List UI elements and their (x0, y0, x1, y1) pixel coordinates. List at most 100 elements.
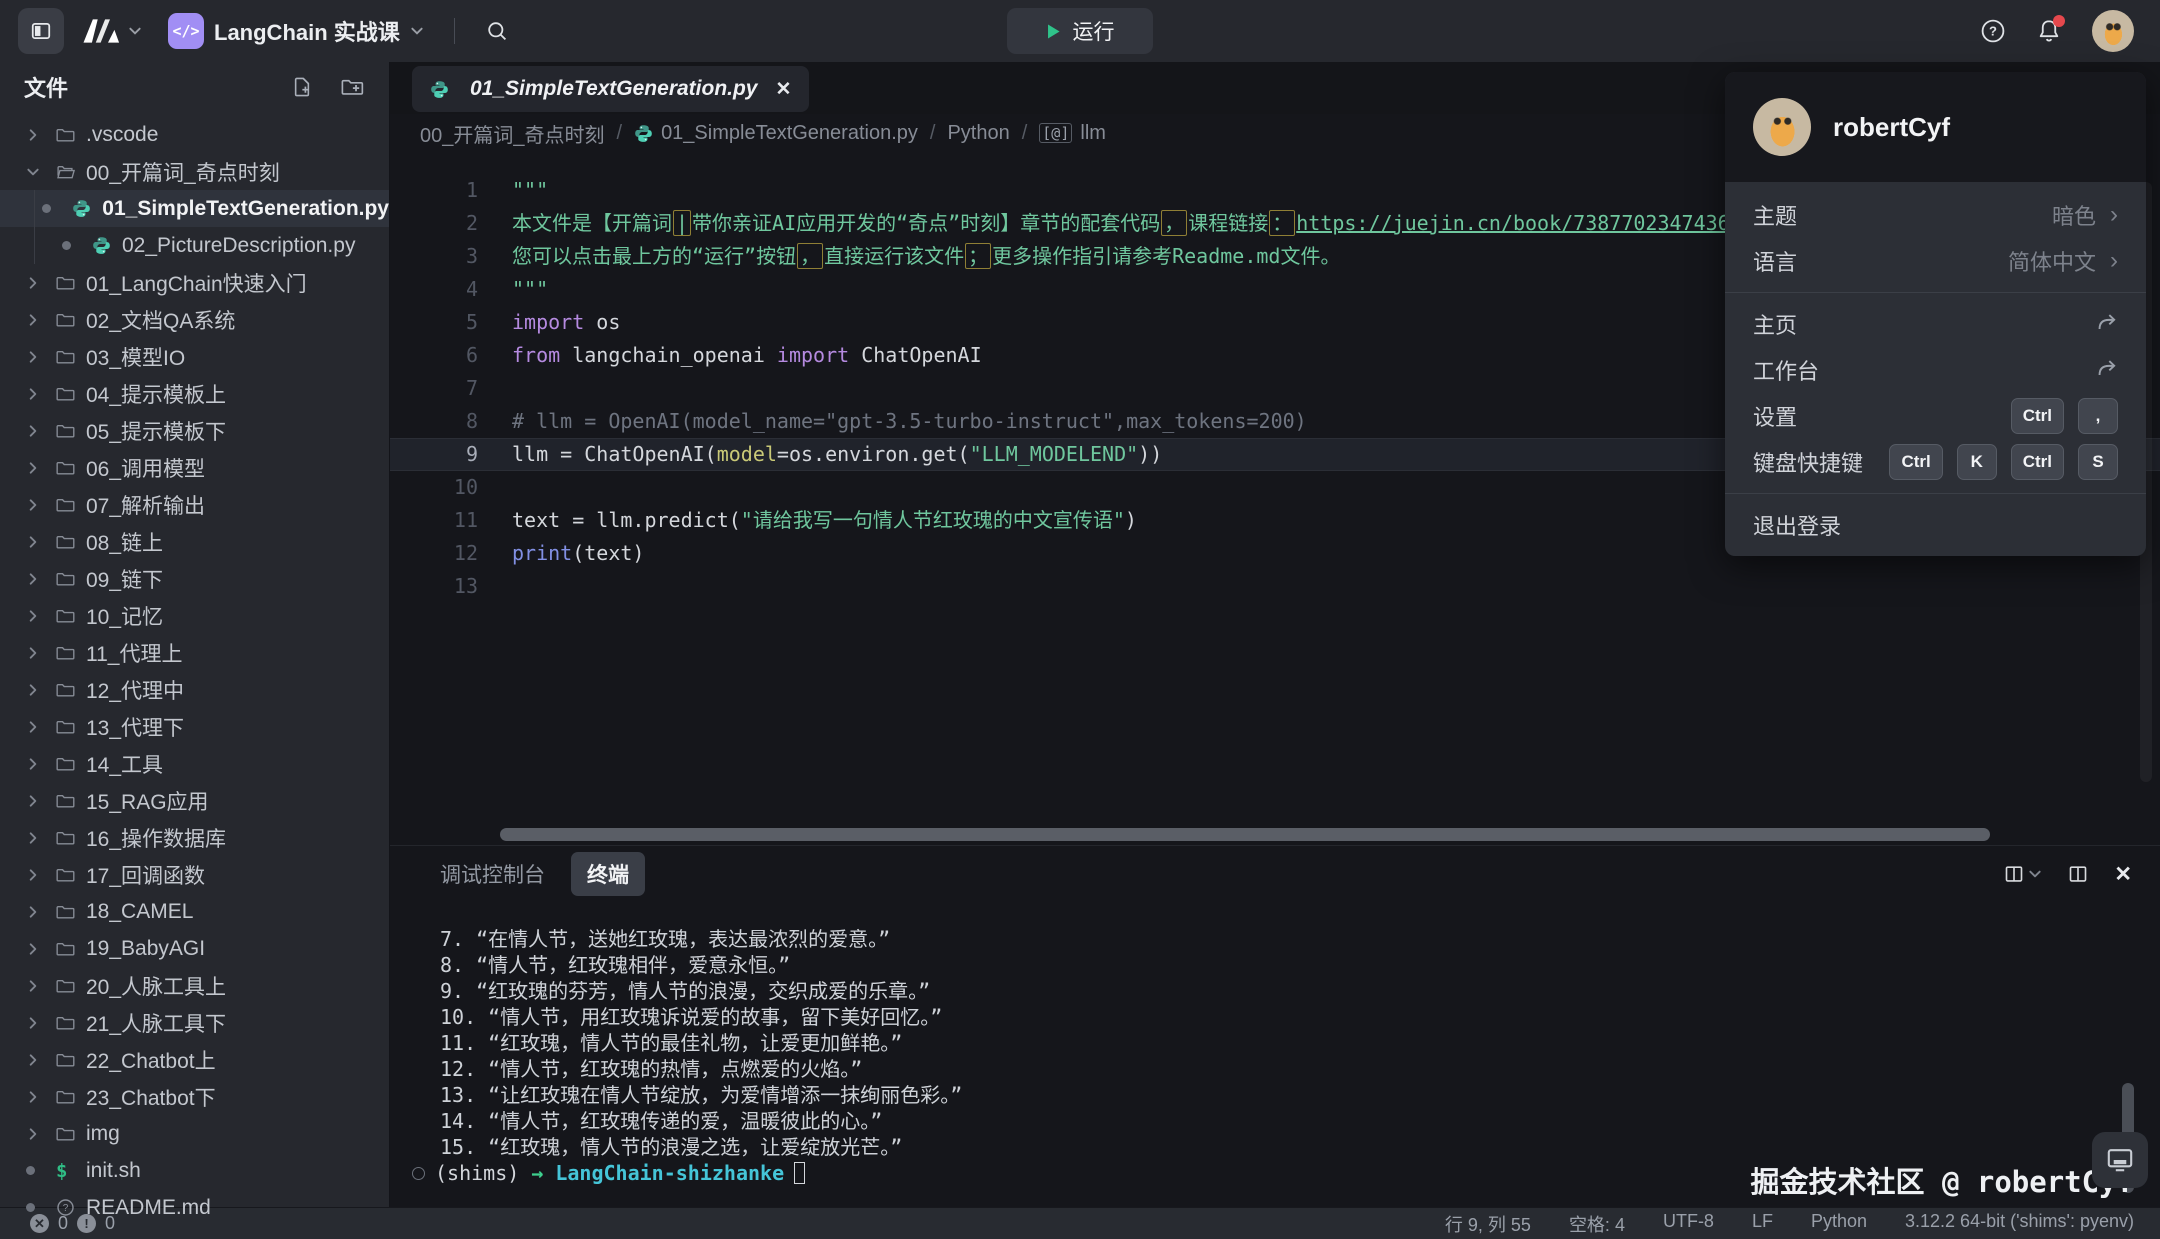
tree-item-toggle[interactable] (26, 313, 56, 327)
tree-item[interactable]: 20_人脉工具上 (0, 967, 389, 1004)
tree-item-toggle[interactable] (26, 979, 56, 993)
tree-item-toggle[interactable] (26, 609, 56, 623)
tree-item[interactable]: 01_SimpleTextGeneration.py (0, 190, 389, 227)
project-switcher[interactable]: </> LangChain 实战课 (168, 13, 424, 49)
app-logo[interactable] (80, 17, 142, 45)
tree-item[interactable]: 02_文档QA系统 (0, 301, 389, 338)
tree-item-toggle[interactable] (26, 535, 56, 549)
tree-item-toggle[interactable] (26, 905, 56, 919)
tree-item-toggle[interactable] (26, 1090, 56, 1104)
menu-item[interactable]: 主题暗色› (1725, 192, 2146, 238)
tree-item-toggle[interactable] (26, 1016, 56, 1030)
tree-item-toggle[interactable] (26, 683, 56, 697)
tree-item-toggle[interactable] (26, 350, 56, 364)
menu-item[interactable]: 工作台 (1725, 347, 2146, 393)
tree-item[interactable]: 15_RAG应用 (0, 782, 389, 819)
tree-item[interactable]: 22_Chatbot上 (0, 1041, 389, 1078)
tree-item-toggle[interactable] (26, 424, 56, 438)
new-folder-icon[interactable] (341, 76, 365, 98)
chevron-down-icon[interactable] (128, 24, 142, 38)
tree-item-toggle[interactable] (26, 942, 56, 956)
tree-item[interactable]: 16_操作数据库 (0, 819, 389, 856)
tree-item[interactable]: 07_解析输出 (0, 486, 389, 523)
tree-item[interactable]: 03_模型IO (0, 338, 389, 375)
prompt-arrow-icon: → (531, 1160, 543, 1186)
code-line[interactable]: 13 (390, 570, 2160, 603)
tree-item[interactable]: 23_Chatbot下 (0, 1078, 389, 1115)
tree-item[interactable]: 08_链上 (0, 523, 389, 560)
tree-item[interactable]: .vscode (0, 116, 389, 153)
breadcrumb-item[interactable]: [@]llm (1039, 122, 1106, 145)
chevron-right-icon (26, 646, 40, 660)
tree-item[interactable]: 02_PictureDescription.py (0, 227, 389, 264)
scrollbar-thumb[interactable] (500, 828, 1990, 841)
modified-dot (26, 1166, 35, 1175)
avatar[interactable] (2092, 10, 2134, 52)
status-item[interactable]: 空格: 4 (1569, 1211, 1625, 1237)
new-file-icon[interactable] (291, 76, 313, 98)
tree-item[interactable]: 14_工具 (0, 745, 389, 782)
tree-item-toggle[interactable] (26, 276, 56, 290)
project-icon: </> (168, 13, 204, 49)
status-item[interactable]: 行 9, 列 55 (1445, 1211, 1531, 1237)
tree-item[interactable]: 12_代理中 (0, 671, 389, 708)
tree-item[interactable]: 17_回调函数 (0, 856, 389, 893)
tree-item-toggle[interactable] (26, 572, 56, 586)
search-icon[interactable] (485, 19, 509, 43)
remote-display-button[interactable] (2092, 1132, 2148, 1188)
tree-item[interactable]: $init.sh (0, 1152, 389, 1189)
menu-item[interactable]: 语言简体中文› (1725, 238, 2146, 284)
notifications-button[interactable] (2036, 18, 2062, 44)
tree-item-toggle[interactable] (26, 498, 56, 512)
menu-item[interactable]: 退出登录 (1725, 502, 2146, 548)
status-item[interactable]: Python (1811, 1211, 1867, 1237)
help-icon[interactable]: ? (1980, 18, 2006, 44)
panel-tab-terminal[interactable]: 终端 (571, 852, 645, 896)
tree-item[interactable]: 00_开篇词_奇点时刻 (0, 153, 389, 190)
tree-item-toggle[interactable] (26, 128, 56, 142)
editor-tab[interactable]: 01_SimpleTextGeneration.py ✕ (412, 66, 809, 112)
tree-item-toggle[interactable] (26, 387, 56, 401)
tree-item[interactable]: 05_提示模板下 (0, 412, 389, 449)
menu-item[interactable]: 主页 (1725, 301, 2146, 347)
tree-item[interactable]: 06_调用模型 (0, 449, 389, 486)
tree-item[interactable]: 11_代理上 (0, 634, 389, 671)
menu-item[interactable]: 设置Ctrl, (1725, 393, 2146, 439)
breadcrumb-item[interactable]: 01_SimpleTextGeneration.py (634, 122, 918, 145)
tree-item[interactable]: 10_记忆 (0, 597, 389, 634)
panel-layout-button[interactable] (2068, 864, 2088, 884)
status-item[interactable]: LF (1752, 1211, 1773, 1237)
tree-item[interactable]: 21_人脉工具下 (0, 1004, 389, 1041)
sidebar-toggle-button[interactable] (18, 8, 64, 54)
tree-item[interactable]: 01_LangChain快速入门 (0, 264, 389, 301)
panel-tab-debug-console[interactable]: 调试控制台 (440, 859, 545, 889)
tree-item[interactable]: 04_提示模板上 (0, 375, 389, 412)
menu-item[interactable]: 键盘快捷键CtrlKCtrlS (1725, 439, 2146, 485)
tree-item[interactable]: 13_代理下 (0, 708, 389, 745)
tree-item[interactable]: img (0, 1115, 389, 1152)
tree-item-toggle[interactable] (26, 1127, 56, 1141)
close-panel-icon[interactable]: ✕ (2114, 862, 2132, 887)
tree-item-toggle[interactable] (26, 461, 56, 475)
tree-item-toggle[interactable] (26, 794, 56, 808)
breadcrumb-item[interactable]: 00_开篇词_奇点时刻 (420, 119, 605, 148)
tree-item-toggle[interactable] (26, 646, 56, 660)
tree-item[interactable]: 19_BabyAGI (0, 930, 389, 967)
tab-close-icon[interactable]: ✕ (776, 78, 792, 101)
tree-item-toggle[interactable] (26, 165, 56, 179)
tree-item-toggle[interactable] (26, 1053, 56, 1067)
tree-item-toggle[interactable] (26, 831, 56, 845)
tree-item-toggle[interactable] (26, 868, 56, 882)
tree-item[interactable]: 09_链下 (0, 560, 389, 597)
terminal[interactable]: 7. “在情人节，送她红玫瑰，表达最浓烈的爱意。”8. “情人节，红玫瑰相伴，爱… (390, 902, 2160, 1207)
tree-item-toggle[interactable] (26, 720, 56, 734)
breadcrumb-item[interactable]: Python (947, 122, 1009, 145)
status-item[interactable]: UTF-8 (1663, 1211, 1714, 1237)
split-terminal-button[interactable] (2004, 864, 2042, 884)
file-type-icon (56, 607, 84, 625)
tree-item-toggle[interactable] (26, 757, 56, 771)
tree-item[interactable]: ?README.md (0, 1189, 389, 1226)
run-button[interactable]: 运行 (1007, 8, 1153, 54)
status-item[interactable]: 3.12.2 64-bit ('shims': pyenv) (1905, 1211, 2134, 1237)
tree-item[interactable]: 18_CAMEL (0, 893, 389, 930)
